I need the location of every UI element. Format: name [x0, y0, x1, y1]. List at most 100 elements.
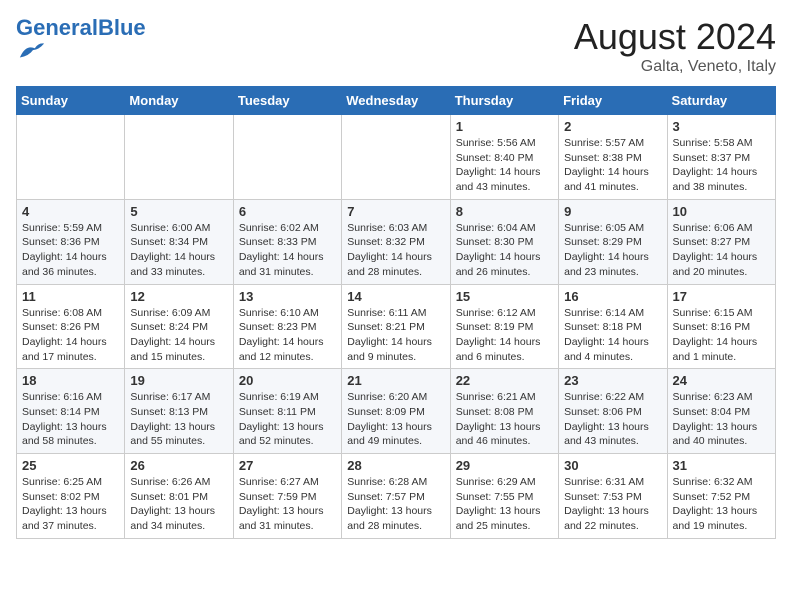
day-info: Sunrise: 6:11 AM Sunset: 8:21 PM Dayligh… [347, 306, 444, 365]
page-header: GeneralBlue August 2024 Galta, Veneto, I… [16, 16, 776, 76]
day-info: Sunrise: 6:08 AM Sunset: 8:26 PM Dayligh… [22, 306, 119, 365]
logo-bird-icon [18, 40, 46, 62]
day-number: 30 [564, 458, 661, 473]
calendar-cell: 31 Sunrise: 6:32 AM Sunset: 7:52 PM Dayli… [667, 454, 775, 539]
calendar-cell: 9 Sunrise: 6:05 AM Sunset: 8:29 PM Daylig… [559, 199, 667, 284]
calendar-cell: 10Sunrise: 6:06 AM Sunset: 8:27 PM Dayli… [667, 199, 775, 284]
weekday-header-friday: Friday [559, 87, 667, 115]
calendar-cell: 26 Sunrise: 6:26 AM Sunset: 8:01 PM Dayli… [125, 454, 233, 539]
calendar-cell: 12Sunrise: 6:09 AM Sunset: 8:24 PM Dayli… [125, 284, 233, 369]
day-info: Sunrise: 6:12 AM Sunset: 8:19 PM Dayligh… [456, 306, 553, 365]
weekday-header-thursday: Thursday [450, 87, 558, 115]
day-number: 8 [456, 204, 553, 219]
day-info: Sunrise: 6:26 AM Sunset: 8:01 PM Dayligh… [130, 475, 227, 534]
calendar-cell: 13Sunrise: 6:10 AM Sunset: 8:23 PM Dayli… [233, 284, 341, 369]
calendar-cell: 7 Sunrise: 6:03 AM Sunset: 8:32 PM Daylig… [342, 199, 450, 284]
calendar-cell: 19Sunrise: 6:17 AM Sunset: 8:13 PM Dayli… [125, 369, 233, 454]
day-number: 18 [22, 373, 119, 388]
calendar-cell [17, 115, 125, 200]
day-number: 31 [673, 458, 770, 473]
day-info: Sunrise: 5:56 AM Sunset: 8:40 PM Dayligh… [456, 136, 553, 195]
weekday-header-saturday: Saturday [667, 87, 775, 115]
day-number: 20 [239, 373, 336, 388]
day-info: Sunrise: 6:31 AM Sunset: 7:53 PM Dayligh… [564, 475, 661, 534]
day-info: Sunrise: 6:15 AM Sunset: 8:16 PM Dayligh… [673, 306, 770, 365]
day-number: 7 [347, 204, 444, 219]
day-info: Sunrise: 6:28 AM Sunset: 7:57 PM Dayligh… [347, 475, 444, 534]
calendar-cell: 16Sunrise: 6:14 AM Sunset: 8:18 PM Dayli… [559, 284, 667, 369]
day-number: 16 [564, 289, 661, 304]
day-number: 2 [564, 119, 661, 134]
title-block: August 2024 Galta, Veneto, Italy [574, 16, 776, 76]
day-info: Sunrise: 6:29 AM Sunset: 7:55 PM Dayligh… [456, 475, 553, 534]
calendar-week-row: 25 Sunrise: 6:25 AM Sunset: 8:02 PM Dayli… [17, 454, 776, 539]
calendar-week-row: 1 Sunrise: 5:56 AM Sunset: 8:40 PM Daylig… [17, 115, 776, 200]
day-info: Sunrise: 6:03 AM Sunset: 8:32 PM Dayligh… [347, 221, 444, 280]
calendar-cell: 11 Sunrise: 6:08 AM Sunset: 8:26 PM Dayli… [17, 284, 125, 369]
calendar-cell: 25 Sunrise: 6:25 AM Sunset: 8:02 PM Dayli… [17, 454, 125, 539]
calendar-cell: 29Sunrise: 6:29 AM Sunset: 7:55 PM Dayli… [450, 454, 558, 539]
day-number: 27 [239, 458, 336, 473]
day-info: Sunrise: 6:00 AM Sunset: 8:34 PM Dayligh… [130, 221, 227, 280]
day-number: 3 [673, 119, 770, 134]
day-info: Sunrise: 5:58 AM Sunset: 8:37 PM Dayligh… [673, 136, 770, 195]
day-info: Sunrise: 6:10 AM Sunset: 8:23 PM Dayligh… [239, 306, 336, 365]
calendar-week-row: 4 Sunrise: 5:59 AM Sunset: 8:36 PM Daylig… [17, 199, 776, 284]
day-number: 26 [130, 458, 227, 473]
logo-text: GeneralBlue [16, 16, 146, 40]
calendar-cell: 1 Sunrise: 5:56 AM Sunset: 8:40 PM Daylig… [450, 115, 558, 200]
logo-general: General [16, 15, 98, 40]
day-info: Sunrise: 5:59 AM Sunset: 8:36 PM Dayligh… [22, 221, 119, 280]
calendar-cell: 24 Sunrise: 6:23 AM Sunset: 8:04 PM Dayli… [667, 369, 775, 454]
calendar-cell: 5 Sunrise: 6:00 AM Sunset: 8:34 PM Daylig… [125, 199, 233, 284]
day-number: 1 [456, 119, 553, 134]
day-info: Sunrise: 6:25 AM Sunset: 8:02 PM Dayligh… [22, 475, 119, 534]
calendar-week-row: 18 Sunrise: 6:16 AM Sunset: 8:14 PM Dayli… [17, 369, 776, 454]
day-number: 12 [130, 289, 227, 304]
day-number: 25 [22, 458, 119, 473]
weekday-header-wednesday: Wednesday [342, 87, 450, 115]
day-info: Sunrise: 6:06 AM Sunset: 8:27 PM Dayligh… [673, 221, 770, 280]
day-number: 24 [673, 373, 770, 388]
weekday-header-tuesday: Tuesday [233, 87, 341, 115]
calendar-cell: 18 Sunrise: 6:16 AM Sunset: 8:14 PM Dayli… [17, 369, 125, 454]
calendar-cell: 28 Sunrise: 6:28 AM Sunset: 7:57 PM Dayli… [342, 454, 450, 539]
location-subtitle: Galta, Veneto, Italy [574, 58, 776, 76]
day-info: Sunrise: 6:22 AM Sunset: 8:06 PM Dayligh… [564, 390, 661, 449]
day-info: Sunrise: 6:02 AM Sunset: 8:33 PM Dayligh… [239, 221, 336, 280]
weekday-header-monday: Monday [125, 87, 233, 115]
calendar-cell: 15 Sunrise: 6:12 AM Sunset: 8:19 PM Dayli… [450, 284, 558, 369]
day-number: 15 [456, 289, 553, 304]
calendar-cell [233, 115, 341, 200]
calendar-cell: 8 Sunrise: 6:04 AM Sunset: 8:30 PM Daylig… [450, 199, 558, 284]
calendar-cell: 23 Sunrise: 6:22 AM Sunset: 8:06 PM Dayli… [559, 369, 667, 454]
calendar-cell [342, 115, 450, 200]
day-number: 6 [239, 204, 336, 219]
calendar-cell [125, 115, 233, 200]
calendar-table: SundayMondayTuesdayWednesdayThursdayFrid… [16, 86, 776, 539]
day-number: 4 [22, 204, 119, 219]
logo: GeneralBlue [16, 16, 146, 67]
calendar-cell: 22Sunrise: 6:21 AM Sunset: 8:08 PM Dayli… [450, 369, 558, 454]
day-number: 28 [347, 458, 444, 473]
weekday-header-sunday: Sunday [17, 87, 125, 115]
weekday-header-row: SundayMondayTuesdayWednesdayThursdayFrid… [17, 87, 776, 115]
day-info: Sunrise: 6:19 AM Sunset: 8:11 PM Dayligh… [239, 390, 336, 449]
day-info: Sunrise: 6:04 AM Sunset: 8:30 PM Dayligh… [456, 221, 553, 280]
day-info: Sunrise: 6:27 AM Sunset: 7:59 PM Dayligh… [239, 475, 336, 534]
day-number: 5 [130, 204, 227, 219]
calendar-cell: 27 Sunrise: 6:27 AM Sunset: 7:59 PM Dayli… [233, 454, 341, 539]
day-number: 9 [564, 204, 661, 219]
day-number: 22 [456, 373, 553, 388]
day-info: Sunrise: 6:32 AM Sunset: 7:52 PM Dayligh… [673, 475, 770, 534]
calendar-week-row: 11 Sunrise: 6:08 AM Sunset: 8:26 PM Dayli… [17, 284, 776, 369]
calendar-cell: 3 Sunrise: 5:58 AM Sunset: 8:37 PM Daylig… [667, 115, 775, 200]
day-info: Sunrise: 6:16 AM Sunset: 8:14 PM Dayligh… [22, 390, 119, 449]
day-info: Sunrise: 6:05 AM Sunset: 8:29 PM Dayligh… [564, 221, 661, 280]
day-info: Sunrise: 6:23 AM Sunset: 8:04 PM Dayligh… [673, 390, 770, 449]
day-number: 21 [347, 373, 444, 388]
month-year-title: August 2024 [574, 16, 776, 58]
day-number: 23 [564, 373, 661, 388]
day-number: 11 [22, 289, 119, 304]
day-info: Sunrise: 6:20 AM Sunset: 8:09 PM Dayligh… [347, 390, 444, 449]
